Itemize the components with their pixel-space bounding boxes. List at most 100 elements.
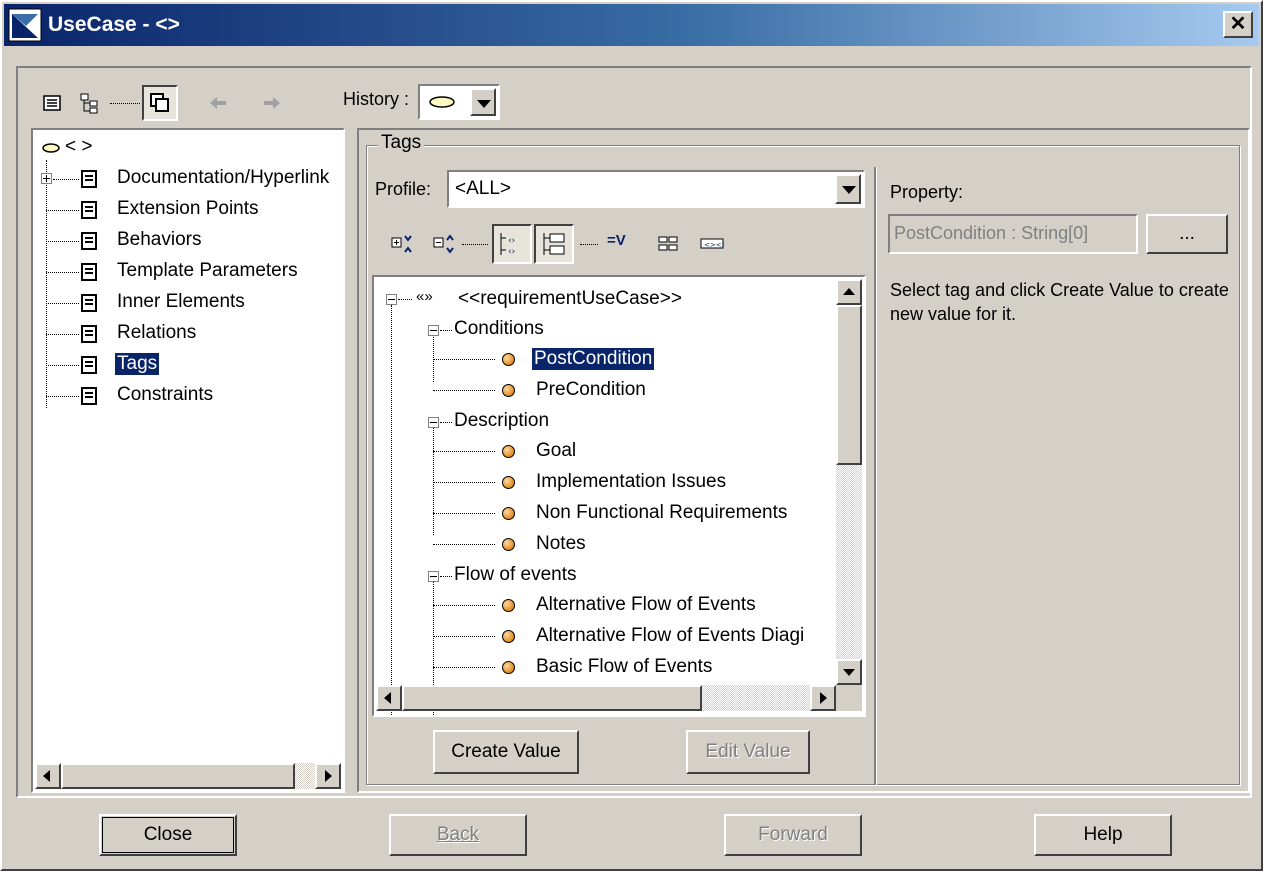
property-field[interactable]: PostCondition : String[0]	[888, 214, 1138, 254]
tag-goal[interactable]: Goal	[536, 440, 576, 462]
tag-icon	[502, 353, 515, 366]
tree-icon	[80, 93, 98, 114]
navigation-tree: < > Documentation/Hyperlink Extension Po…	[31, 128, 345, 793]
profile-dropdown-button[interactable]	[835, 174, 861, 204]
tree-root-label[interactable]: < >	[65, 136, 92, 158]
tag-precondition[interactable]: PreCondition	[536, 379, 646, 401]
tags-horizontal-scrollbar[interactable]	[376, 685, 836, 711]
scroll-left-button[interactable]	[376, 685, 402, 711]
tag-alternative-flow-diagram[interactable]: Alternative Flow of Events Diagi	[536, 625, 804, 647]
collapse-icon[interactable]	[386, 294, 397, 305]
tree-structure-icon	[543, 233, 565, 255]
group-flow-of-events[interactable]: Flow of events	[454, 564, 577, 586]
close-button[interactable]: Close	[99, 814, 237, 856]
grid-icon	[658, 236, 678, 251]
tree-view-button[interactable]	[74, 87, 106, 119]
tree-item-behaviors[interactable]: Behaviors	[117, 229, 202, 251]
create-value-button[interactable]: Create Value	[433, 730, 579, 774]
collapse-all-icon	[433, 234, 454, 254]
expand-icon[interactable]	[41, 173, 52, 184]
value-tag-button[interactable]: <><>	[696, 228, 728, 260]
tree-item-template-parameters[interactable]: Template Parameters	[117, 260, 298, 282]
equals-v-icon: =V	[607, 232, 626, 249]
history-combo[interactable]	[418, 84, 500, 120]
collapse-icon[interactable]	[428, 325, 439, 336]
document-icon	[81, 201, 97, 219]
history-label: History :	[343, 89, 410, 109]
tree-item-extension-points[interactable]: Extension Points	[117, 198, 259, 220]
window-close-button[interactable]: ✕	[1223, 11, 1253, 38]
tree-item-tags[interactable]: Tags	[115, 353, 160, 375]
group-conditions[interactable]: Conditions	[454, 318, 544, 340]
left-horizontal-scrollbar[interactable]	[35, 763, 341, 789]
tag-icon	[502, 661, 515, 674]
tag-alternative-flow[interactable]: Alternative Flow of Events	[536, 594, 756, 616]
show-values-button[interactable]: =V	[604, 228, 638, 260]
stereotype-marker-icon: «»	[416, 288, 433, 305]
expand-all-button[interactable]	[386, 228, 418, 260]
scroll-up-button[interactable]	[836, 279, 862, 305]
dialog-window: UseCase - <> ✕ History: < > Documentati…	[0, 0, 1263, 871]
scroll-left-button[interactable]	[35, 763, 61, 789]
tree-item-constraints[interactable]: Constraints	[117, 384, 213, 406]
tag-icon	[502, 507, 515, 520]
scroll-thumb[interactable]	[836, 305, 862, 465]
stereotype-node[interactable]: <<requirementUseCase>>	[458, 288, 682, 310]
tags-tree: «» <<requirementUseCase>> Conditions Pos…	[372, 275, 866, 717]
document-icon	[81, 170, 97, 188]
back-button[interactable]: Back	[389, 814, 527, 856]
property-hint: Select tag and click Create Value to cre…	[890, 280, 1229, 324]
expand-all-icon	[391, 235, 412, 253]
window-title: UseCase - <>	[48, 13, 180, 36]
group-description[interactable]: Description	[454, 410, 549, 432]
scroll-right-button[interactable]	[810, 685, 836, 711]
arrow-left-icon	[210, 97, 226, 109]
tags-group-title: Tags	[378, 132, 425, 154]
grid-view-button[interactable]	[652, 228, 684, 260]
profile-combo[interactable]: <ALL>	[447, 170, 865, 208]
tags-vertical-scrollbar[interactable]	[836, 279, 862, 685]
list-view-button[interactable]	[36, 87, 68, 119]
copy-icon	[150, 93, 169, 112]
tag-postcondition[interactable]: PostCondition	[532, 348, 655, 370]
tag-icon	[502, 599, 515, 612]
document-icon	[81, 263, 97, 281]
tree-item-relations[interactable]: Relations	[117, 322, 196, 344]
panel-divider	[874, 167, 877, 785]
tag-non-functional-requirements[interactable]: Non Functional Requirements	[536, 502, 787, 524]
tree-item-inner-elements[interactable]: Inner Elements	[117, 291, 245, 313]
copy-button[interactable]	[142, 85, 178, 121]
usecase-ellipse-icon	[42, 143, 60, 153]
tag-notes[interactable]: Notes	[536, 533, 586, 555]
scroll-thumb[interactable]	[402, 685, 702, 711]
tag-icon	[502, 538, 515, 551]
tag-basic-flow[interactable]: Basic Flow of Events	[536, 656, 712, 678]
help-button[interactable]: Help	[1034, 814, 1172, 856]
tree-connector	[46, 160, 47, 408]
back-nav-button[interactable]	[202, 87, 234, 119]
document-icon	[81, 294, 97, 312]
value-tag-icon: <><>	[700, 238, 724, 249]
svg-text:<><>: <><>	[704, 241, 724, 249]
history-dropdown-button[interactable]	[470, 88, 496, 116]
tag-implementation-issues[interactable]: Implementation Issues	[536, 471, 726, 493]
profile-label: Profile:	[375, 179, 432, 199]
tree-item-documentation[interactable]: Documentation/Hyperlink	[117, 167, 329, 189]
forward-nav-button[interactable]	[256, 87, 288, 119]
app-icon	[8, 8, 42, 42]
list-icon	[43, 95, 61, 111]
scroll-thumb[interactable]	[61, 763, 295, 789]
collapse-icon[interactable]	[428, 417, 439, 428]
browse-button[interactable]: ...	[1146, 214, 1228, 254]
scroll-right-button[interactable]	[315, 763, 341, 789]
title-bar[interactable]: UseCase - <> ✕	[4, 4, 1259, 46]
property-label: Property:	[890, 182, 964, 202]
collapse-icon[interactable]	[428, 571, 439, 582]
scroll-down-button[interactable]	[836, 659, 862, 685]
collapse-all-button[interactable]	[428, 228, 460, 260]
tree-structure-button[interactable]	[534, 224, 574, 264]
edit-value-button[interactable]: Edit Value	[686, 730, 810, 774]
svg-text:‹›: ‹›	[508, 236, 515, 246]
forward-button[interactable]: Forward	[724, 814, 862, 856]
stereotype-view-button[interactable]: ‹› ‹›	[492, 224, 532, 264]
